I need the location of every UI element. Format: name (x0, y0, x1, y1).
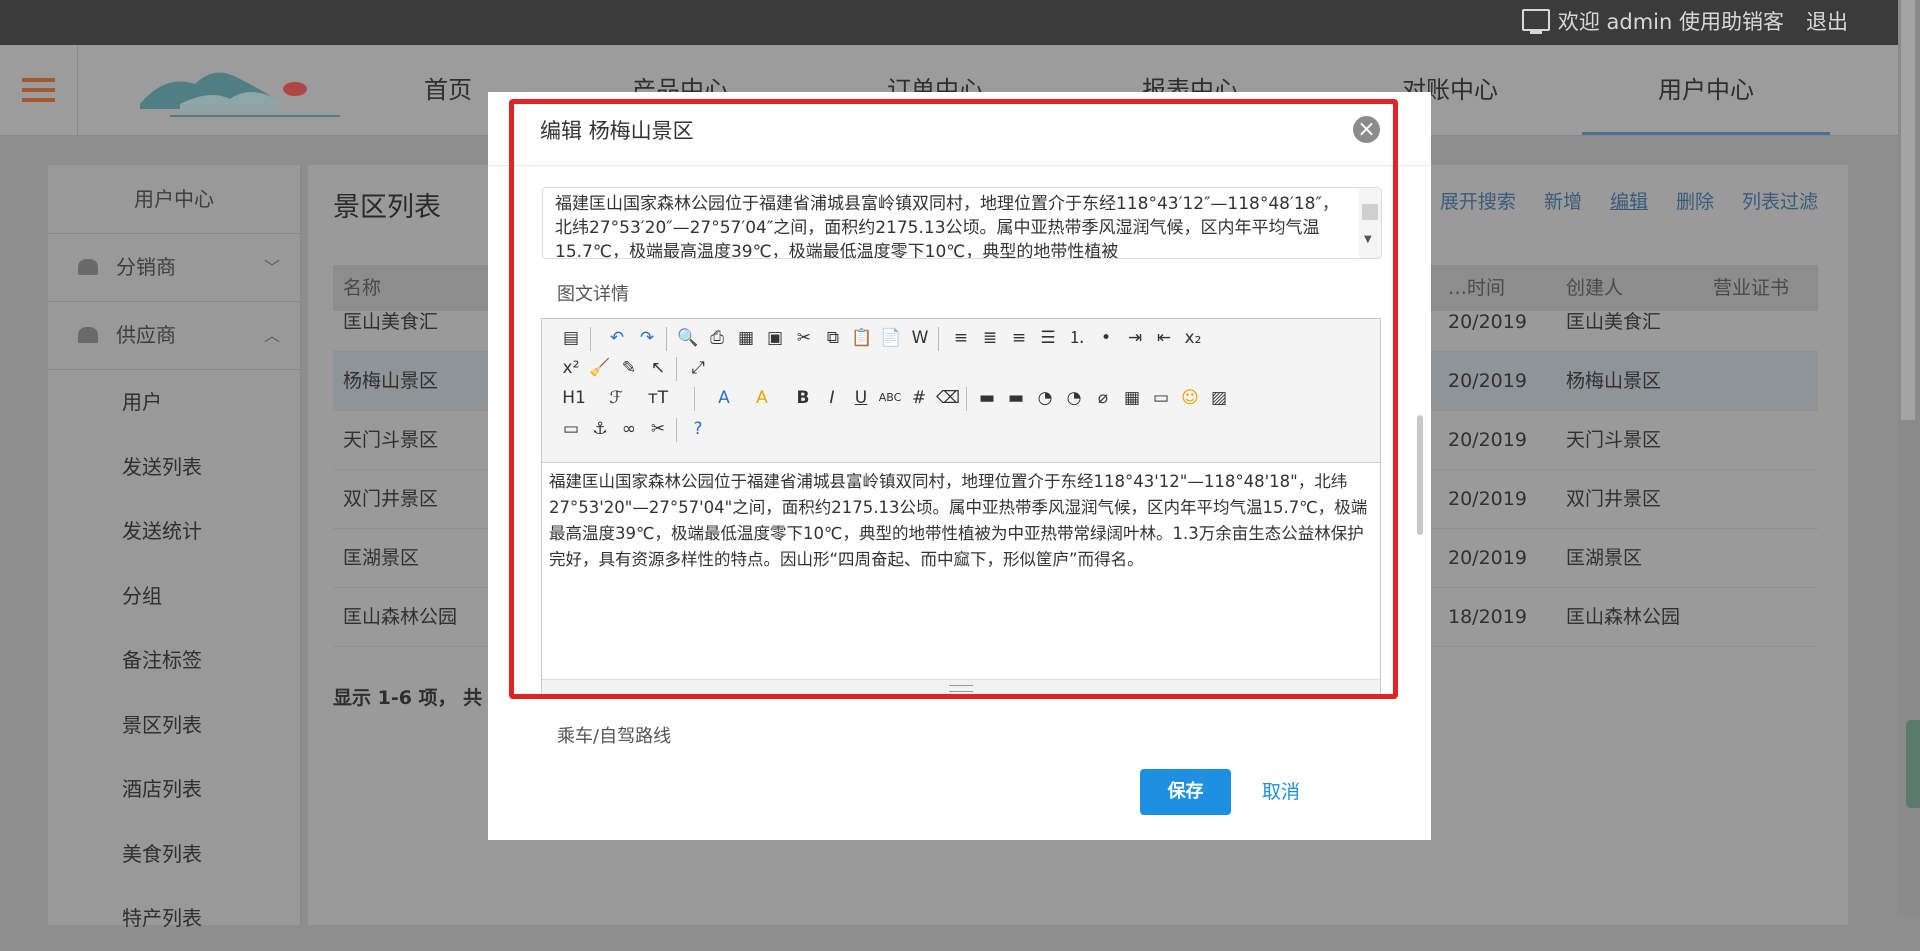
sidebar-item-groups[interactable]: 分组 (48, 564, 300, 629)
logout-link[interactable]: 退出 (1806, 10, 1848, 34)
table-cell-name: 匡山美食汇 (343, 311, 439, 333)
table-cell-time: 20/2019 (1448, 311, 1527, 333)
table-cell-time: 20/2019 (1448, 429, 1527, 451)
table-cell-name: 天门斗景区 (343, 429, 439, 451)
sidebar-group-distributor[interactable]: 分销商 ﹀ (48, 234, 300, 302)
monitor-icon (1521, 9, 1550, 34)
sidebar-item-specialty-list[interactable]: 特产列表 (48, 886, 300, 951)
sidebar-item-food-list[interactable]: 美食列表 (48, 822, 300, 887)
scrollbar-thumb[interactable] (1901, 0, 1915, 420)
sidebar-group-label: 分销商 (116, 255, 176, 279)
chevron-up-icon: ︿ (263, 326, 280, 345)
table-cell-name: 杨梅山景区 (343, 370, 439, 392)
pagination-info: 显示 1-6 项， 共 (333, 687, 483, 709)
sidebar-item-send-stats[interactable]: 发送统计 (48, 499, 300, 564)
users-icon (78, 259, 98, 275)
menu-toggle[interactable] (0, 45, 78, 135)
sidebar-title: 用户中心 (48, 165, 300, 234)
welcome-text: 欢迎 admin 使用助销客 (1557, 10, 1784, 34)
table-cell-time: 20/2019 (1448, 488, 1527, 510)
expand-search-link[interactable]: 展开搜索 (1440, 191, 1516, 213)
edit-link[interactable]: 编辑 (1610, 191, 1648, 213)
table-cell-creator: 匡山美食汇 (1566, 311, 1662, 333)
nav-user-center[interactable]: 用户中心 (1582, 45, 1830, 135)
sidebar-item-hotel-list[interactable]: 酒店列表 (48, 757, 300, 822)
table-cell-creator: 匡山森林公园 (1566, 606, 1681, 628)
table-cell-time: 20/2019 (1448, 370, 1527, 392)
sidebar: 用户中心 分销商 ﹀ 供应商 ︿ 用户 发送列表 发送统计 分组 备注标签 景区列表… (48, 165, 301, 930)
sidebar-group-label: 供应商 (116, 323, 176, 347)
hamburger-icon (22, 78, 55, 82)
list-actions: 展开搜索 新增 编辑 删除 列表过滤 (1412, 187, 1818, 214)
table-cell-name: 匡湖景区 (343, 547, 420, 569)
save-button[interactable]: 保存 (1140, 769, 1231, 815)
dialog-scrollbar[interactable] (1417, 415, 1423, 535)
sidebar-group-supplier[interactable]: 供应商 ︿ (48, 302, 300, 370)
delete-link[interactable]: 删除 (1676, 191, 1714, 213)
table-cell-name: 匡山森林公园 (343, 606, 458, 628)
cancel-button[interactable]: 取消 (1262, 769, 1300, 815)
welcome-area: 欢迎 admin 使用助销客 退出 (1521, 0, 1848, 45)
table-cell-time: 18/2019 (1448, 606, 1527, 628)
sidebar-item-send-list[interactable]: 发送列表 (48, 435, 300, 500)
list-filter-link[interactable]: 列表过滤 (1742, 191, 1818, 213)
add-link[interactable]: 新增 (1544, 191, 1582, 213)
hamburger-icon-line (22, 88, 55, 92)
hamburger-icon-line (22, 98, 55, 102)
table-cell-creator: 双门井景区 (1566, 488, 1662, 510)
user-icon (78, 327, 98, 343)
top-bar: 欢迎 admin 使用助销客 退出 (0, 0, 1898, 45)
page-title: 景区列表 (333, 192, 441, 223)
logo[interactable] (140, 59, 340, 119)
sidebar-item-users[interactable]: 用户 (48, 370, 300, 435)
table-cell-creator: 杨梅山景区 (1566, 370, 1662, 392)
nav-home[interactable]: 首页 (398, 45, 498, 135)
highlight-frame (509, 99, 1398, 699)
sidebar-item-tags[interactable]: 备注标签 (48, 628, 300, 693)
chevron-down-icon: ﹀ (263, 258, 280, 277)
table-cell-name: 双门井景区 (343, 488, 439, 510)
table-cell-time: 20/2019 (1448, 547, 1527, 569)
side-widget[interactable] (1906, 720, 1920, 808)
table-cell-creator: 匡湖景区 (1566, 547, 1643, 569)
route-label: 乘车/自驾路线 (557, 726, 672, 747)
table-cell-creator: 天门斗景区 (1566, 429, 1662, 451)
sidebar-item-scenic-list[interactable]: 景区列表 (48, 693, 300, 758)
